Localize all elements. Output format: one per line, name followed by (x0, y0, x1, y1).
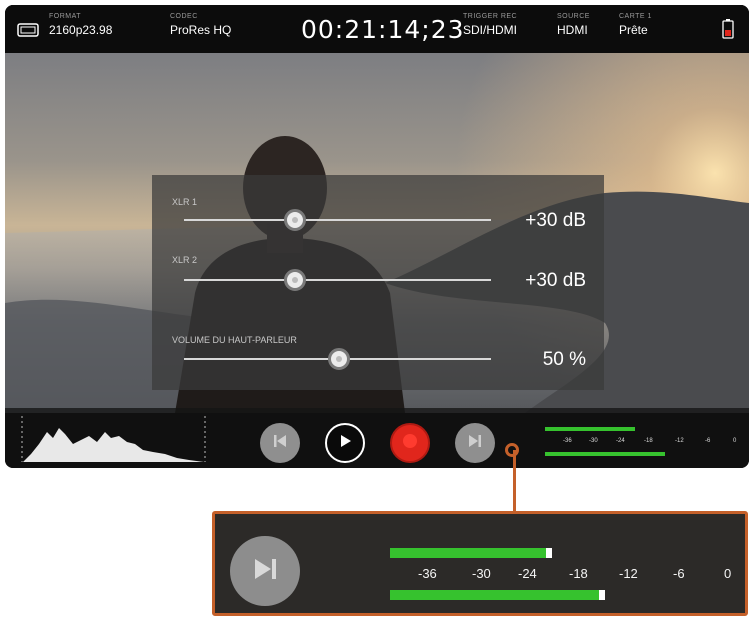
speaker-volume-value: 50 % (542, 349, 586, 370)
meter-bar-ch2 (390, 590, 599, 600)
trigger-label: TRIGGER REC (463, 13, 518, 20)
xlr2-slider-track[interactable] (184, 279, 491, 281)
meter-tick-label: -12 (619, 566, 638, 581)
card-value: Prête (619, 23, 648, 37)
meter-mini-bar-ch2 (545, 452, 665, 456)
audio-levels-panel: XLR 1 +30 dB XLR 2 +30 dB VOLUME DU HAUT… (152, 175, 604, 390)
format-value: 2160p23.98 (49, 23, 113, 37)
skip-forward-button-zoomed[interactable] (230, 536, 300, 606)
play-button[interactable] (325, 423, 365, 463)
record-button[interactable] (390, 423, 430, 463)
mini-tick: -12 (675, 438, 684, 444)
codec-info[interactable]: CODEC ProRes HQ (170, 13, 231, 37)
skip-forward-icon (250, 554, 280, 589)
xlr1-value: +30 dB (525, 210, 586, 231)
meter-peak-ch2 (599, 590, 605, 600)
monitor-frame-icon[interactable] (17, 23, 39, 42)
source-value: HDMI (557, 23, 588, 37)
meter-tick-label: 0 (724, 566, 732, 581)
timecode-display[interactable]: 00:21:14;23 (301, 15, 465, 44)
card-info[interactable]: CARTE 1 Prête (619, 13, 652, 37)
xlr2-value: +30 dB (525, 270, 586, 291)
meter-tick-label: -36 (418, 566, 437, 581)
callout-anchor (505, 443, 519, 457)
skip-forward-button[interactable] (455, 423, 495, 463)
play-icon (337, 433, 353, 454)
format-info[interactable]: FORMAT 2160p23.98 (49, 13, 112, 37)
source-info[interactable]: SOURCE HDMI (557, 13, 590, 37)
xlr1-slider-track[interactable] (184, 219, 491, 221)
meter-bar-ch1 (390, 548, 546, 558)
meter-tick-label: -18 (569, 566, 588, 581)
meter-mini-bar-ch1 (545, 427, 635, 431)
mini-tick: -30 (589, 438, 598, 444)
trigger-value: SDI/HDMI (463, 23, 517, 37)
histogram[interactable] (19, 414, 209, 468)
meter-tick-label: -30 (472, 566, 491, 581)
trigger-rec-info[interactable]: TRIGGER REC SDI/HDMI (463, 13, 517, 37)
battery-icon (722, 19, 734, 44)
audio-meter-mini[interactable]: -36 -30 -24 -18 -12 -6 0 (545, 424, 745, 458)
format-label: FORMAT (49, 13, 82, 20)
xlr1-slider-knob[interactable] (284, 209, 306, 231)
mini-tick: -6 (705, 438, 711, 444)
skip-forward-icon (467, 433, 483, 454)
codec-value: ProRes HQ (170, 23, 232, 37)
speaker-volume-label: VOLUME DU HAUT-PARLEUR (172, 335, 297, 345)
skip-back-button[interactable] (260, 423, 300, 463)
meter-peak-ch1 (546, 548, 552, 558)
meter-tick-label: -6 (673, 566, 685, 581)
xlr2-slider-knob[interactable] (284, 269, 306, 291)
codec-label: CODEC (170, 13, 198, 20)
source-label: SOURCE (557, 13, 590, 20)
camera-monitor-screen: FORMAT 2160p23.98 CODEC ProRes HQ 00:21:… (5, 5, 749, 468)
callout-connector (513, 450, 516, 512)
transport-bar: -36 -30 -24 -18 -12 -6 0 (5, 408, 749, 468)
mini-tick: -24 (616, 438, 625, 444)
xlr1-label: XLR 1 (172, 197, 198, 207)
meter-tick-label: -24 (518, 566, 537, 581)
mini-tick: 0 (733, 438, 737, 444)
mini-tick: -18 (644, 438, 653, 444)
record-icon (401, 432, 419, 455)
mini-tick: -36 (563, 438, 572, 444)
audio-meter-callout: -36 -30 -24 -18 -12 -6 0 (212, 511, 748, 616)
card-label: CARTE 1 (619, 13, 652, 20)
status-bar: FORMAT 2160p23.98 CODEC ProRes HQ 00:21:… (5, 5, 749, 53)
xlr2-label: XLR 2 (172, 255, 198, 265)
speaker-volume-knob[interactable] (328, 348, 350, 370)
skip-back-icon (272, 433, 288, 454)
